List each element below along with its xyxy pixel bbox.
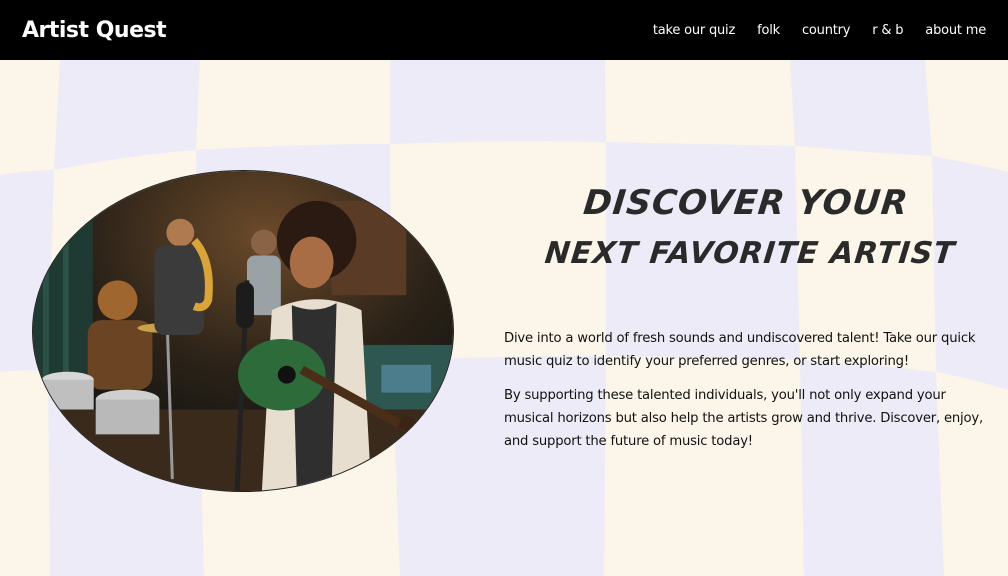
nav-link-folk[interactable]: folk [757,23,780,38]
nav-link-rnb[interactable]: r & b [872,23,903,38]
nav-link-quiz[interactable]: take our quiz [653,23,735,38]
intro-paragraph: Dive into a world of fresh sounds and un… [504,331,976,369]
hero-description: Dive into a world of fresh sounds and un… [504,327,994,453]
band-photo-icon [33,171,453,491]
hero-headline: Discover your next favorite artist [500,180,1000,282]
nav-link-about[interactable]: about me [925,23,986,38]
main-nav: take our quiz folk country r & b about m… [631,23,986,38]
nav-link-country[interactable]: country [802,23,851,38]
headline-line-1: Discover your [581,183,911,223]
band-photo [32,170,454,492]
headline-line-2: next favorite artist [543,236,957,271]
top-navbar: Artist Quest take our quiz folk country … [0,0,1008,60]
support-paragraph: By supporting these talented individuals… [504,388,983,449]
brand-logo-link[interactable]: Artist Quest [22,18,167,43]
